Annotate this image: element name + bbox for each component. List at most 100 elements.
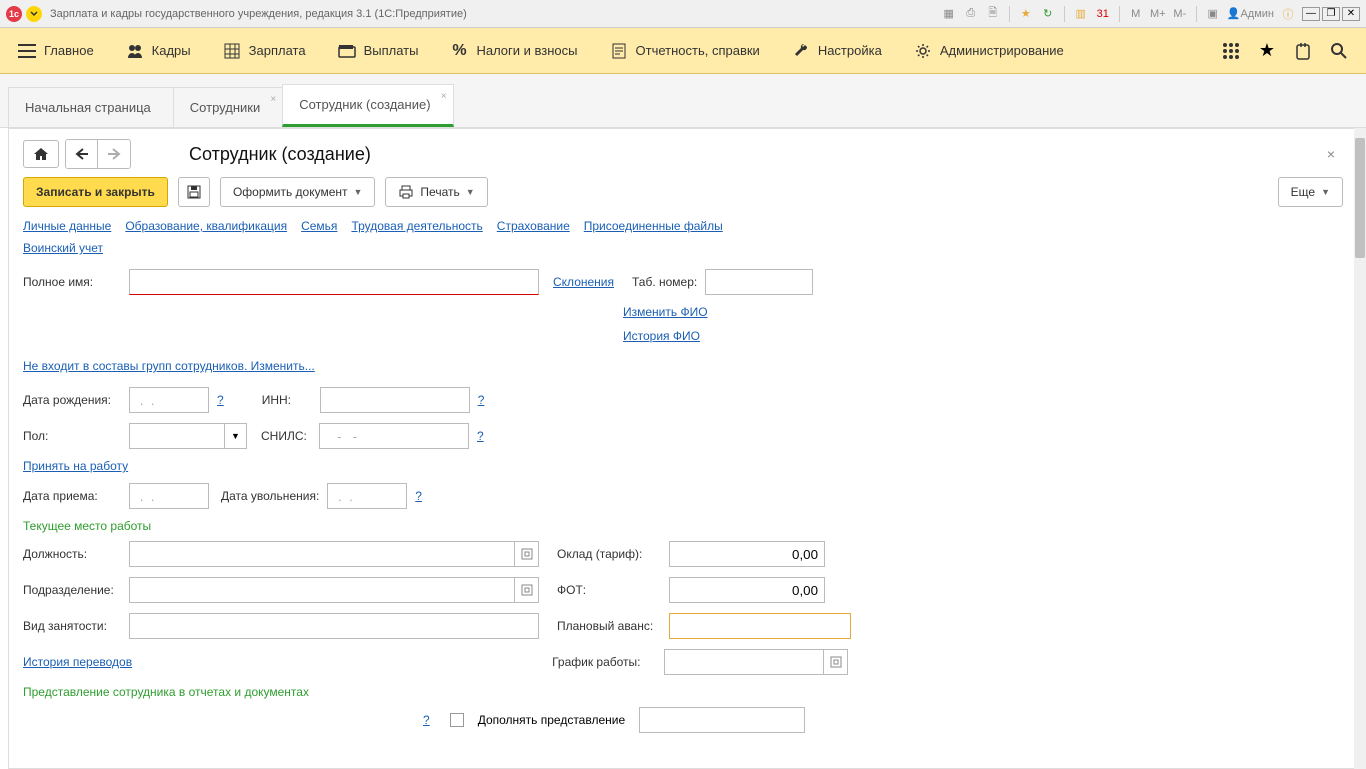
menu-hr[interactable]: Кадры (126, 42, 191, 60)
row-sex: Пол: ▼ СНИЛС: ? (23, 423, 1343, 449)
menu-taxes[interactable]: % Налоги и взносы (450, 42, 577, 60)
memory-mplus-icon[interactable]: M+ (1150, 6, 1166, 22)
menu-reports[interactable]: Отчетность, справки (610, 42, 760, 60)
page-title: Сотрудник (создание) (189, 144, 371, 165)
menu-salary[interactable]: Зарплата (223, 42, 306, 60)
home-button[interactable] (23, 140, 59, 168)
help-fire-date[interactable]: ? (415, 489, 422, 503)
save-button[interactable] (178, 177, 210, 207)
department-input[interactable] (129, 577, 515, 603)
supplement-input[interactable] (639, 707, 805, 733)
print-button[interactable]: Печать ▼ (385, 177, 487, 207)
link-history-fio[interactable]: История ФИО (623, 329, 700, 343)
scrollbar-thumb[interactable] (1355, 138, 1365, 258)
tab-num-input[interactable] (705, 269, 813, 295)
help-birthdate[interactable]: ? (217, 393, 224, 407)
fot-input[interactable] (669, 577, 825, 603)
employment-input[interactable] (129, 613, 539, 639)
chevron-down-icon: ▼ (466, 187, 475, 197)
link-declensions[interactable]: Склонения (553, 275, 614, 289)
tab-start-page[interactable]: Начальная страница (8, 87, 174, 127)
link-hire[interactable]: Принять на работу (23, 459, 128, 473)
hire-date-input[interactable] (129, 483, 209, 509)
close-button[interactable]: ✕ (1342, 7, 1360, 21)
link-education[interactable]: Образование, квалификация (125, 219, 287, 233)
forward-button[interactable] (98, 140, 130, 168)
link-family[interactable]: Семья (301, 219, 337, 233)
app-menu-dropdown-icon[interactable] (26, 6, 42, 22)
department-lookup-button[interactable] (515, 577, 539, 603)
calculator-icon[interactable]: ▥ (1073, 6, 1089, 22)
more-button[interactable]: Еще ▼ (1278, 177, 1343, 207)
star-icon[interactable]: ★ (1258, 42, 1276, 60)
maximize-button[interactable]: ❐ (1322, 7, 1340, 21)
label-salary: Оклад (тариф): (557, 547, 661, 561)
sex-dropdown-button[interactable]: ▼ (225, 423, 247, 449)
tab-employees[interactable]: Сотрудники × (173, 87, 283, 127)
label-full-name: Полное имя: (23, 275, 121, 289)
supplement-checkbox[interactable] (450, 713, 464, 727)
link-change-fio[interactable]: Изменить ФИО (623, 305, 708, 319)
titlebar: 1c Зарплата и кадры государственного учр… (0, 0, 1366, 28)
tb-icon-5[interactable]: ↻ (1040, 6, 1056, 22)
favorite-icon[interactable]: ★ (1018, 6, 1034, 22)
page-close-button[interactable]: × (1319, 142, 1343, 166)
schedule-lookup-button[interactable] (824, 649, 848, 675)
link-files[interactable]: Присоединенные файлы (584, 219, 723, 233)
close-icon[interactable]: × (270, 94, 276, 105)
label-employment: Вид занятости: (23, 619, 121, 633)
memory-m-icon[interactable]: M (1128, 6, 1144, 22)
back-button[interactable] (66, 140, 98, 168)
sex-input[interactable] (129, 423, 225, 449)
calendar-icon[interactable]: 31 (1095, 6, 1111, 22)
tb-icon-3[interactable]: 🗎 (985, 6, 1001, 22)
help-snils[interactable]: ? (477, 429, 484, 443)
snils-input[interactable] (319, 423, 469, 449)
salary-input[interactable] (669, 541, 825, 567)
toolbar: Записать и закрыть Оформить документ ▼ П… (9, 177, 1357, 219)
help-inn[interactable]: ? (478, 393, 485, 407)
save-close-button[interactable]: Записать и закрыть (23, 177, 168, 207)
row-department: Подразделение: ФОТ: (23, 577, 1343, 603)
row-full-name: Полное имя: Склонения Таб. номер: (23, 269, 1343, 295)
link-personal[interactable]: Личные данные (23, 219, 111, 233)
tb-icon-1[interactable]: ▦ (941, 6, 957, 22)
window-title: Зарплата и кадры государственного учрежд… (50, 8, 941, 20)
user-icon[interactable]: 👤 Админ (1227, 6, 1274, 22)
menu-admin[interactable]: Администрирование (914, 42, 1064, 60)
history-icon[interactable] (1294, 42, 1312, 60)
memory-mminus-icon[interactable]: M- (1172, 6, 1188, 22)
schedule-input[interactable] (664, 649, 824, 675)
search-icon[interactable] (1330, 42, 1348, 60)
birthdate-input[interactable] (129, 387, 209, 413)
full-name-input[interactable] (129, 269, 539, 295)
tab-employee-create[interactable]: Сотрудник (создание) × (282, 84, 453, 127)
printer-icon (398, 185, 414, 199)
fire-date-input[interactable] (327, 483, 407, 509)
link-labor[interactable]: Трудовая деятельность (351, 219, 482, 233)
menu-settings[interactable]: Настройка (792, 42, 882, 60)
make-document-button[interactable]: Оформить документ ▼ (220, 177, 375, 207)
link-insurance[interactable]: Страхование (497, 219, 570, 233)
link-groups[interactable]: Не входит в составы групп сотрудников. И… (23, 359, 315, 373)
help-supplement[interactable]: ? (423, 713, 430, 727)
info-icon[interactable]: ⓘ (1280, 6, 1296, 22)
menu-main[interactable]: Главное (18, 42, 94, 60)
tb-icon-2[interactable]: ⎙ (963, 6, 979, 22)
minimize-button[interactable]: — (1302, 7, 1320, 21)
close-icon[interactable]: × (441, 91, 447, 102)
people-icon (126, 42, 144, 60)
position-lookup-button[interactable] (515, 541, 539, 567)
titlebar-icons: ▦ ⎙ 🗎 ★ ↻ ▥ 31 M M+ M- ▣ 👤 Админ ⓘ (941, 6, 1296, 22)
position-input[interactable] (129, 541, 515, 567)
scrollbar[interactable] (1354, 128, 1366, 769)
advance-input[interactable] (669, 613, 851, 639)
menu-payments[interactable]: Выплаты (338, 42, 419, 60)
page-header: Сотрудник (создание) × (9, 129, 1357, 177)
link-transfer-history[interactable]: История переводов (23, 655, 132, 669)
form-body: Личные данные Образование, квалификация … (9, 219, 1357, 768)
link-military[interactable]: Воинский учет (23, 241, 103, 255)
inn-input[interactable] (320, 387, 470, 413)
tb-icon-panel[interactable]: ▣ (1205, 6, 1221, 22)
apps-icon[interactable] (1222, 42, 1240, 60)
